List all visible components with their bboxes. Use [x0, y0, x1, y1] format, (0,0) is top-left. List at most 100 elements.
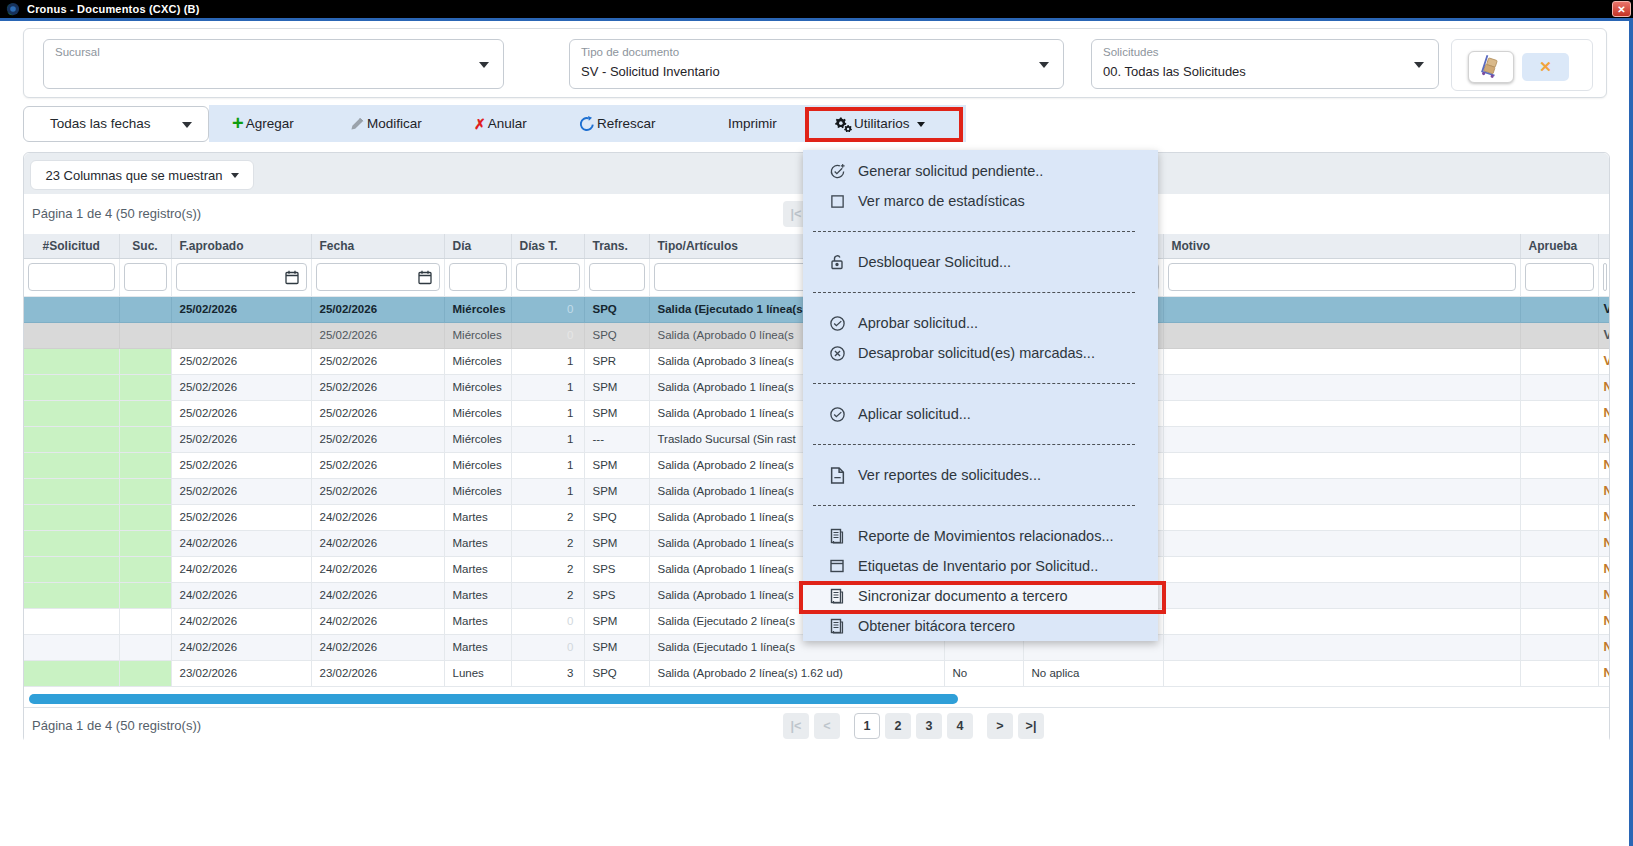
table-cell [119, 634, 171, 660]
menu-item-label: Generar solicitud pendiente.. [858, 163, 1043, 179]
table-cell: 25/02/2026 [311, 426, 444, 452]
clear-filter-button[interactable]: ✕ [1522, 53, 1569, 81]
column-header-motivo[interactable]: Motivo [1163, 234, 1520, 258]
check-circle-icon [828, 315, 846, 332]
column-header-d-a[interactable]: Día [444, 234, 511, 258]
table-cell [119, 400, 171, 426]
page-button-3[interactable]: 3 [916, 713, 942, 739]
menu-item-reporte-de-movimientos-relacionados[interactable]: Reporte de Movimientos relacionados... [803, 521, 1158, 551]
menu-item-desbloquear-solicitud[interactable]: Desbloquear Solicitud... [803, 247, 1158, 277]
menu-item-label: Etiquetas de Inventario por Solicitud.. [858, 558, 1098, 574]
page-button-first[interactable]: |< [783, 713, 809, 739]
filter-input--solicitud[interactable] [28, 263, 115, 291]
agregar-button[interactable]: +Agregar [232, 105, 294, 142]
page-button-4[interactable]: 4 [947, 713, 973, 739]
filter-input-d-as-t-[interactable] [516, 263, 580, 291]
page-button-prev[interactable]: < [814, 713, 840, 739]
table-cell: Miércoles [444, 452, 511, 478]
refrescar-button[interactable]: Refrescar [579, 105, 656, 142]
report-icon [828, 588, 846, 604]
table-cell [24, 530, 119, 556]
table-cell [1520, 452, 1598, 478]
solicitudes-dropdown[interactable]: Solicitudes 00. Todas las Solicitudes [1091, 39, 1439, 89]
anular-button[interactable]: ✗Anular [474, 105, 527, 142]
table-cell [24, 478, 119, 504]
filter-input-trans-[interactable] [589, 263, 645, 291]
page-button-1[interactable]: 1 [854, 713, 880, 739]
menu-item-sincronizar-documento-a-tercero[interactable]: Sincronizar documento a tercero [803, 581, 1158, 611]
filter-input-d-a[interactable] [449, 263, 507, 291]
table-cell: Martes [444, 530, 511, 556]
table-cell [1163, 530, 1520, 556]
filter-input-fecha[interactable] [316, 263, 440, 291]
menu-item-aprobar-solicitud[interactable]: Aprobar solicitud... [803, 308, 1158, 338]
column-header-trans-[interactable]: Trans. [584, 234, 649, 258]
table-cell [1520, 634, 1598, 660]
menu-item-label: Desbloquear Solicitud... [858, 254, 1011, 270]
menu-item-ver-marco-de-estad-sticas[interactable]: Ver marco de estadísticas [803, 186, 1158, 216]
menu-item-generar-solicitud-pendiente[interactable]: Generar solicitud pendiente.. [803, 156, 1158, 186]
columns-selector-button[interactable]: 23 Columnas que se muestran [30, 160, 254, 190]
table-cell [119, 322, 171, 348]
table-cell: N [1598, 504, 1609, 530]
button-label: Refrescar [597, 116, 656, 131]
table-cell: 25/02/2026 [311, 374, 444, 400]
filter-input-aprueba[interactable] [1525, 263, 1594, 291]
menu-item-desaprobar-solicitud-es-marcadas[interactable]: Desaprobar solicitud(es) marcadas... [803, 338, 1158, 368]
menu-item-label: Reporte de Movimientos relacionados... [858, 528, 1114, 544]
table-cell: N [1598, 530, 1609, 556]
table-cell [119, 660, 171, 686]
table-cell [119, 296, 171, 322]
table-cell [24, 400, 119, 426]
column-header-hidden[interactable] [1598, 234, 1609, 258]
handtruck-button[interactable] [1468, 51, 1514, 83]
table-cell: V [1598, 322, 1609, 348]
unlock-icon [828, 254, 846, 270]
page-button-next[interactable]: > [987, 713, 1013, 739]
column-header-aprueba[interactable]: Aprueba [1520, 234, 1598, 258]
scrollbar-thumb[interactable] [29, 694, 958, 704]
filter-input-col[interactable] [1603, 263, 1607, 291]
table-cell: SPS [584, 556, 649, 582]
menu-item-ver-reportes-de-solicitudes[interactable]: Ver reportes de solicitudes... [803, 460, 1158, 490]
menu-separator [803, 216, 1158, 247]
column-header--solicitud[interactable]: #Solicitud [24, 234, 119, 258]
table-cell [1163, 556, 1520, 582]
table-cell [1163, 634, 1520, 660]
tipo-documento-dropdown[interactable]: Tipo de documento SV - Solicitud Inventa… [569, 39, 1064, 89]
chevron-down-icon [917, 122, 925, 127]
table-cell: 24/02/2026 [171, 634, 311, 660]
table-cell [119, 504, 171, 530]
sucursal-dropdown[interactable]: Sucursal [43, 39, 504, 89]
table-cell: 24/02/2026 [311, 556, 444, 582]
table-cell: Miércoles [444, 426, 511, 452]
button-label: Modificar [367, 116, 422, 131]
window-close-button[interactable]: ✕ [1612, 1, 1631, 17]
table-cell [1163, 426, 1520, 452]
column-header-fecha[interactable]: Fecha [311, 234, 444, 258]
page-button-last[interactable]: >| [1018, 713, 1044, 739]
table-cell [119, 426, 171, 452]
menu-item-obtener-bit-cora-tercero[interactable]: Obtener bitácora tercero [803, 611, 1158, 641]
table-cell [24, 582, 119, 608]
menu-item-etiquetas-de-inventario-por-solicitud[interactable]: Etiquetas de Inventario por Solicitud.. [803, 551, 1158, 581]
filter-input-motivo[interactable] [1168, 263, 1516, 291]
date-filter-dropdown[interactable]: Todas las fechas [23, 106, 209, 142]
horizontal-scrollbar[interactable] [24, 692, 1609, 707]
table-cell: Salida (Aprobado 2 línea(s) 1.62 ud) [649, 660, 944, 686]
table-cell: N [1598, 400, 1609, 426]
table-row[interactable]: 23/02/202623/02/2026Lunes3SPQSalida (Apr… [24, 660, 1609, 686]
page-button-2[interactable]: 2 [885, 713, 911, 739]
table-cell [1163, 374, 1520, 400]
utilitarios-button[interactable]: Utilitarios [835, 105, 925, 142]
imprimir-button[interactable]: Imprimir [728, 105, 777, 142]
modificar-button[interactable]: Modificar [350, 105, 422, 142]
table-cell: SPM [584, 608, 649, 634]
menu-item-aplicar-solicitud[interactable]: Aplicar solicitud... [803, 399, 1158, 429]
filter-input-f-aprobado[interactable] [176, 263, 307, 291]
column-header-f-aprobado[interactable]: F.aprobado [171, 234, 311, 258]
x-mark-icon: ✗ [474, 117, 486, 131]
column-header-d-as-t-[interactable]: Días T. [511, 234, 584, 258]
column-header-suc-[interactable]: Suc. [119, 234, 171, 258]
filter-input-suc-[interactable] [124, 263, 167, 291]
